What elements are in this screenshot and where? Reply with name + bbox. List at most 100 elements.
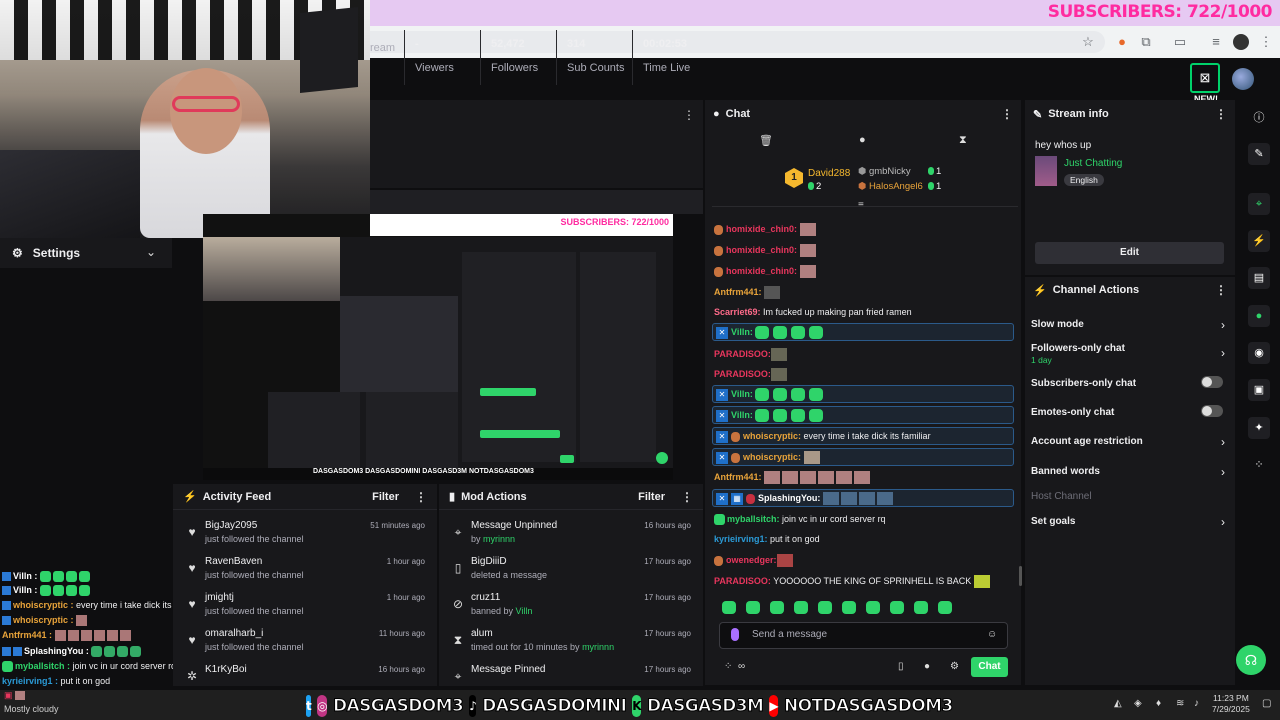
chat-message[interactable]: owenedger:: [714, 553, 1016, 568]
chat-send-button[interactable]: Chat: [971, 657, 1008, 677]
emote[interactable]: [818, 601, 832, 614]
chat-message[interactable]: Antfrm441:: [714, 470, 1016, 485]
more-icon[interactable]: ⋮: [415, 490, 427, 504]
activity-item[interactable]: ♥ RavenBaven just followed the channel 1…: [173, 552, 437, 588]
cast-icon[interactable]: ▭: [1172, 34, 1188, 50]
broadcast-icon[interactable]: ◉: [1248, 342, 1270, 364]
followers-only-item[interactable]: Followers-only chat 1 day ›: [1031, 343, 1229, 365]
document-icon[interactable]: ▤: [1248, 267, 1270, 289]
chat-message[interactable]: ✕ Villn:: [712, 385, 1014, 403]
banned-words-item[interactable]: Banned words ›: [1031, 465, 1229, 479]
hourglass-icon[interactable]: ⧗: [959, 134, 967, 147]
chat-message[interactable]: PARADISOO:: [714, 347, 1016, 362]
more-icon[interactable]: ⋮: [683, 108, 695, 122]
points-icon[interactable]: ⁘: [724, 661, 732, 672]
more-icon[interactable]: ⋮: [1001, 107, 1013, 121]
account-age-item[interactable]: Account age restriction ›: [1031, 435, 1229, 449]
chat-message[interactable]: homixide_chin0:: [714, 243, 1016, 258]
activity-filter-button[interactable]: Filter: [372, 491, 399, 503]
wifi-icon[interactable]: ≋: [1176, 698, 1184, 709]
emote[interactable]: [938, 601, 952, 614]
emotes-only-item[interactable]: Emotes-only chat: [1031, 405, 1229, 418]
emotes-only-toggle[interactable]: [1201, 405, 1223, 417]
mic-icon[interactable]: ♦: [1156, 698, 1161, 709]
category-link[interactable]: Just Chatting: [1064, 158, 1122, 169]
leader-third-count: 1: [928, 181, 941, 192]
emote[interactable]: [722, 601, 736, 614]
emote[interactable]: [794, 601, 808, 614]
layout-icon[interactable]: ▣: [1248, 379, 1270, 401]
trash-icon[interactable]: ▯: [898, 661, 904, 672]
trash-icon[interactable]: 🗑: [759, 134, 773, 147]
star-icon[interactable]: ☆: [1080, 34, 1096, 50]
chat-scrollbar[interactable]: [1019, 566, 1022, 586]
hourglass-icon: ⧗: [453, 633, 463, 647]
playlist-icon[interactable]: ≡: [1208, 34, 1224, 50]
points-icon[interactable]: ⁘: [1248, 454, 1270, 476]
slow-mode-item[interactable]: Slow mode ›: [1031, 318, 1229, 332]
chat-message[interactable]: Antfrm441:: [714, 285, 1016, 300]
emote[interactable]: [770, 601, 784, 614]
chat-icon[interactable]: ●: [924, 661, 930, 672]
help-button[interactable]: ☊: [1236, 645, 1266, 675]
emote[interactable]: [914, 601, 928, 614]
target-icon[interactable]: ⌖: [1248, 193, 1270, 215]
set-goals-item[interactable]: Set goals ›: [1031, 515, 1229, 529]
subscribers-only-item[interactable]: Subscribers-only chat: [1031, 376, 1229, 389]
network-icon[interactable]: ◭: [1114, 698, 1122, 709]
chat-message[interactable]: homixide_chin0:: [714, 264, 1016, 279]
channel-actions-header: ⚡ Channel Actions ⋮: [1025, 276, 1235, 304]
extension-icon[interactable]: ●: [1114, 34, 1130, 50]
chat-message[interactable]: ✕ Villn:: [712, 323, 1014, 341]
chat-message[interactable]: PARADISOO:: [714, 367, 1016, 382]
clock[interactable]: 11:23 PM 7/29/2025: [1212, 693, 1250, 715]
chat-message[interactable]: ✕ whoiscryptic: every time i take dick it…: [712, 427, 1014, 445]
edit-button[interactable]: Edit: [1035, 242, 1224, 264]
subscribers-only-toggle[interactable]: [1201, 376, 1223, 388]
emote-bar[interactable]: [718, 601, 1013, 617]
new-feature-button[interactable]: ⊠: [1190, 63, 1220, 93]
chat-message[interactable]: kyrieirving1: put it on god: [714, 532, 1016, 546]
emote[interactable]: [890, 601, 904, 614]
mic-icon[interactable]: [731, 628, 739, 641]
emote[interactable]: [842, 601, 856, 614]
avatar[interactable]: [1232, 68, 1254, 90]
language-tag[interactable]: English: [1064, 174, 1104, 186]
activity-item[interactable]: ♥ jmightj just followed the channel 1 ho…: [173, 588, 437, 624]
gear-icon[interactable]: ⚙: [950, 661, 959, 672]
chat-icon[interactable]: ●: [1248, 305, 1270, 327]
weather-widget[interactable]: ▣ Mostly cloudy: [4, 690, 59, 720]
menu-icon[interactable]: ⋮: [1258, 34, 1274, 50]
puzzle-icon[interactable]: ⧉: [1138, 34, 1154, 50]
info-icon[interactable]: ⓘ: [1248, 107, 1270, 129]
bolt-icon[interactable]: ⚡: [1248, 230, 1270, 252]
mod-item[interactable]: ▯ BigDiiiD deleted a message 17 hours ag…: [439, 552, 703, 588]
more-icon[interactable]: ⋮: [1215, 107, 1227, 121]
notification-icon[interactable]: ▢: [1262, 698, 1271, 709]
chat-message[interactable]: myballsitch: join vc in ur cord server r…: [714, 512, 1016, 526]
infinity-icon[interactable]: ∞: [738, 661, 745, 672]
wrench-icon[interactable]: ✦: [1248, 417, 1270, 439]
mod-item[interactable]: ⌖ Message Unpinned by myrinnn 16 hours a…: [439, 516, 703, 552]
chat-message[interactable]: Scarriet69: Im fucked up making pan frie…: [714, 305, 1016, 319]
volume-icon[interactable]: ♪: [1194, 698, 1199, 709]
profile-icon[interactable]: [1233, 34, 1249, 50]
mod-item[interactable]: ⊘ cruz11 banned by Villn 17 hours ago: [439, 588, 703, 624]
emoji-icon[interactable]: ☺: [987, 629, 997, 640]
chat-message[interactable]: ✕ Villn:: [712, 406, 1014, 424]
activity-item[interactable]: ♥ BigJay2095 just followed the channel 5…: [173, 516, 437, 552]
activity-item[interactable]: ♥ omaralharb_i just followed the channel…: [173, 624, 437, 660]
chat-message[interactable]: ✕ ▦ SplashingYou:: [712, 489, 1014, 507]
emote[interactable]: [746, 601, 760, 614]
more-icon[interactable]: ⋮: [681, 490, 693, 504]
tray-app-icon[interactable]: ◈: [1134, 698, 1142, 709]
mod-filter-button[interactable]: Filter: [638, 491, 665, 503]
more-icon[interactable]: ⋮: [1215, 283, 1227, 297]
chat-message[interactable]: ✕ whoiscryptic:: [712, 448, 1014, 466]
chat-icon[interactable]: ●: [859, 134, 866, 146]
chat-message[interactable]: homixide_chin0:: [714, 222, 1016, 237]
emote[interactable]: [866, 601, 880, 614]
pencil-icon[interactable]: ✎: [1248, 143, 1270, 165]
chat-message[interactable]: PARADISOO: YOOOOOO THE KING OF SPRINHELL…: [714, 574, 1016, 589]
mod-item[interactable]: ⧗ alum timed out for 10 minutes by myrin…: [439, 624, 703, 660]
